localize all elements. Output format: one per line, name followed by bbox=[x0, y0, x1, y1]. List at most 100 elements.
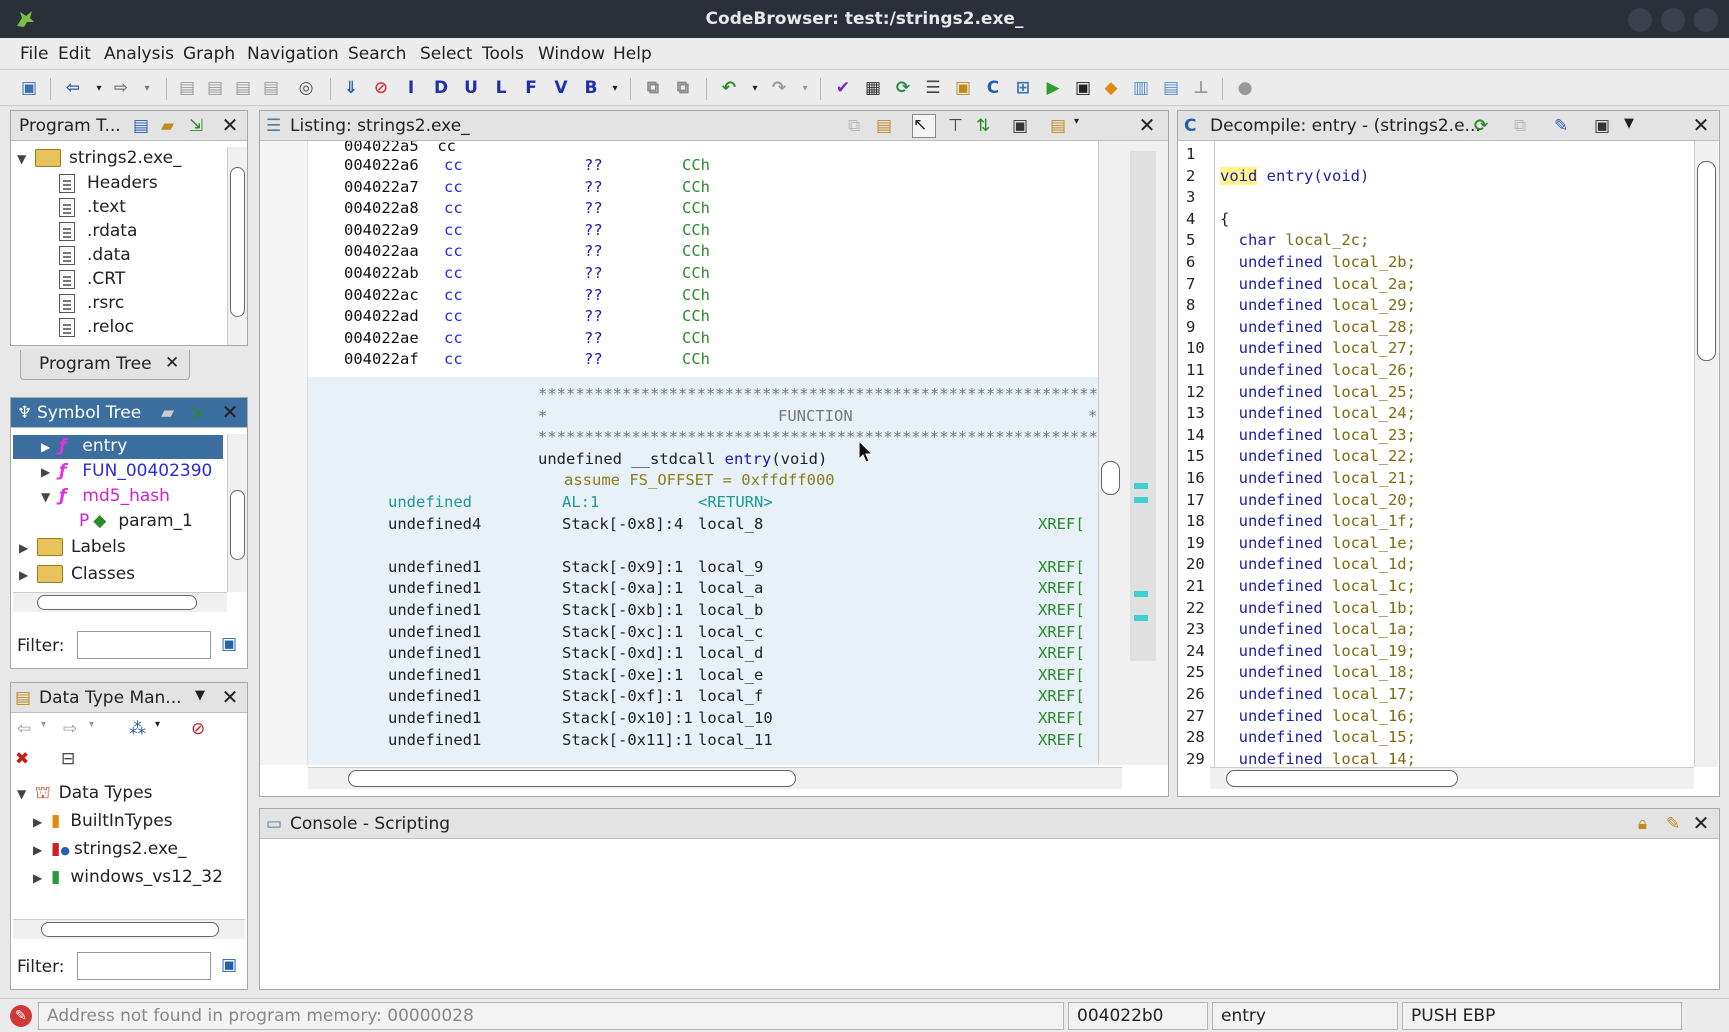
maximize-button[interactable] bbox=[1661, 8, 1685, 32]
decompile-line[interactable]: 16 undefined local_21; bbox=[1178, 469, 1694, 490]
options-icon[interactable]: ▤ bbox=[1050, 116, 1070, 136]
decompile-line[interactable]: 14 undefined local_23; bbox=[1178, 426, 1694, 447]
local-variable-row[interactable]: undefined1 Stack[-0x9]:1 local_9 XREF[ bbox=[308, 558, 1098, 579]
menu-window[interactable]: Window bbox=[538, 44, 605, 64]
bytes-icon[interactable]: ▦ bbox=[862, 77, 884, 99]
data-type-filter-input[interactable] bbox=[77, 952, 211, 980]
decompile-line[interactable]: 3 bbox=[1178, 188, 1694, 209]
checkmark-icon[interactable]: ✔ bbox=[832, 77, 854, 99]
datatype-builtin[interactable]: ▶ ▮ BuiltInTypes bbox=[33, 811, 173, 835]
filter-options-icon[interactable]: ▣ bbox=[221, 955, 241, 975]
local-variable-row[interactable]: undefined1 Stack[-0xf]:1 local_f XREF[ bbox=[308, 687, 1098, 708]
decompile-line[interactable]: 7 undefined local_2a; bbox=[1178, 275, 1694, 296]
back-dropdown-icon[interactable]: ▾ bbox=[41, 719, 61, 739]
expand-arrow-icon[interactable]: ▼ bbox=[41, 490, 59, 504]
decompile-line[interactable]: 29 undefined local_14; bbox=[1178, 750, 1694, 767]
archive-dropdown-icon[interactable]: ▾ bbox=[155, 719, 175, 739]
expand-arrow-icon[interactable]: ▼ bbox=[17, 787, 35, 801]
open-folder-icon[interactable]: ▰ bbox=[161, 116, 181, 136]
decompile-line[interactable]: 27 undefined local_16; bbox=[1178, 707, 1694, 728]
disassociate-icon[interactable]: ✖ bbox=[15, 749, 35, 769]
copy-icon[interactable]: ⧉ bbox=[1514, 116, 1534, 136]
tree-item-reloc[interactable]: .reloc bbox=[59, 317, 134, 341]
local-variable-row[interactable]: undefined1 Stack[-0x11]:1 local_11 XREF[ bbox=[308, 731, 1098, 752]
lock-icon[interactable]: 🔒︎ bbox=[1638, 814, 1658, 834]
folder-icon[interactable]: ▣ bbox=[952, 77, 974, 99]
expand-arrow-icon[interactable]: ▶ bbox=[33, 843, 51, 857]
menu-edit[interactable]: Edit bbox=[58, 44, 91, 64]
tree-item-crt[interactable]: .CRT bbox=[59, 269, 125, 293]
symbol-classes[interactable]: ▶ Classes bbox=[19, 564, 135, 588]
variable-icon[interactable]: V bbox=[550, 77, 572, 99]
new-view-icon[interactable]: ▤ bbox=[133, 116, 153, 136]
label-icon[interactable]: L bbox=[490, 77, 512, 99]
decompile-line[interactable]: 15 undefined local_22; bbox=[1178, 447, 1694, 468]
symbol-param-1[interactable]: P ◆ param_1 bbox=[79, 511, 193, 535]
listing-byte-row[interactable]: 004022af cc?? CCh bbox=[308, 350, 1088, 371]
decompile-line[interactable]: 12 undefined local_25; bbox=[1178, 383, 1694, 404]
options-dropdown-icon[interactable]: ▾ bbox=[1074, 116, 1094, 136]
run-icon[interactable]: ▶ bbox=[1042, 77, 1064, 99]
function-icon[interactable]: F bbox=[520, 77, 542, 99]
down-arrow-icon[interactable]: ⇓ bbox=[340, 77, 362, 99]
forward-dropdown-icon[interactable]: ▾ bbox=[89, 719, 109, 739]
instruction-icon[interactable]: I bbox=[400, 77, 422, 99]
cursor-mode-icon[interactable]: ↖ bbox=[912, 114, 936, 138]
expand-arrow-icon[interactable]: ▶ bbox=[33, 871, 51, 885]
redo-icon[interactable]: ↷ bbox=[768, 77, 790, 99]
table-icon[interactable]: ▥ bbox=[1130, 77, 1152, 99]
paste-icon[interactable]: ⧉ bbox=[672, 77, 694, 99]
listing-overview-bar[interactable] bbox=[1122, 141, 1168, 765]
menu-help[interactable]: Help bbox=[613, 44, 652, 64]
forward-icon[interactable]: ⇨ bbox=[63, 719, 83, 739]
diff-icon[interactable]: ⇅ bbox=[976, 116, 996, 136]
decompiler-icon[interactable]: C bbox=[982, 77, 1004, 99]
nav-data-icon[interactable]: ▤ bbox=[232, 77, 254, 99]
local-variable-row[interactable]: undefined1 Stack[-0xb]:1 local_b XREF[ bbox=[308, 601, 1098, 622]
minimize-button[interactable] bbox=[1628, 8, 1652, 32]
symbol-fun-00402390[interactable]: ▶ ƒ FUN_00402390 bbox=[41, 461, 212, 485]
filter-options-icon[interactable]: ▣ bbox=[221, 634, 241, 654]
back-icon[interactable]: ⇦ bbox=[62, 77, 84, 99]
expand-arrow-icon[interactable]: ▶ bbox=[41, 465, 59, 479]
listing-byte-row[interactable]: 004022ac cc?? CCh bbox=[308, 286, 1088, 307]
tree-item-data[interactable]: .data bbox=[59, 245, 131, 269]
symbol-filter-input[interactable] bbox=[77, 631, 211, 659]
tree-item-rsrc[interactable]: .rsrc bbox=[59, 293, 124, 317]
forward-dropdown-icon[interactable]: ▾ bbox=[136, 77, 158, 99]
decompile-line[interactable]: 10 undefined local_27; bbox=[1178, 339, 1694, 360]
close-symbol-tree-icon[interactable]: ✕ bbox=[219, 401, 241, 423]
local-variable-row[interactable]: undefined1 Stack[-0xc]:1 local_c XREF[ bbox=[308, 623, 1098, 644]
decompile-hscrollbar[interactable] bbox=[1210, 767, 1694, 789]
expand-arrow-icon[interactable]: ▶ bbox=[33, 815, 51, 829]
listing-byte-row[interactable]: 004022ad cc?? CCh bbox=[308, 307, 1088, 328]
data-types-root[interactable]: ▼ ⛫ Data Types bbox=[17, 783, 153, 807]
menu-navigation[interactable]: Navigation bbox=[247, 44, 339, 64]
paste-icon[interactable]: ▤ bbox=[876, 116, 896, 136]
bookmark-icon[interactable]: B bbox=[580, 77, 602, 99]
listing-view[interactable]: 004022a5 cc 004022a6 cc?? CCh 004022a7 cc?? C… bbox=[308, 141, 1098, 765]
decompile-line[interactable]: 2 void entry(void) bbox=[1178, 166, 1694, 188]
close-window-button[interactable] bbox=[1694, 8, 1718, 32]
listing-byte-row[interactable]: 004022a7 cc?? CCh bbox=[308, 178, 1088, 199]
decompile-line[interactable]: 24 undefined local_19; bbox=[1178, 642, 1694, 663]
listing-byte-row[interactable]: 004022aa cc?? CCh bbox=[308, 242, 1088, 263]
datatype-strings2[interactable]: ▶ ▮● strings2.exe_ bbox=[33, 839, 187, 863]
collapse-all-icon[interactable]: ⇲ bbox=[189, 403, 209, 423]
menu-analysis[interactable]: Analysis bbox=[104, 44, 174, 64]
undefined-icon[interactable]: U bbox=[460, 77, 482, 99]
tab-program-tree[interactable]: Program Tree ✕ bbox=[20, 350, 190, 380]
snapshot-icon[interactable]: ▣ bbox=[1594, 116, 1614, 136]
archive-icon[interactable]: ⁂ bbox=[129, 719, 149, 739]
undo-dropdown-icon[interactable]: ▾ bbox=[744, 77, 766, 99]
local-variable-row[interactable]: undefined1 Stack[-0xd]:1 local_d XREF[ bbox=[308, 644, 1098, 665]
menu-file[interactable]: File bbox=[20, 44, 48, 64]
refresh-icon[interactable]: ⟳ bbox=[1474, 116, 1494, 136]
nav-prev-icon[interactable]: ▤ bbox=[176, 77, 198, 99]
diamond-icon[interactable]: ◆ bbox=[1100, 77, 1122, 99]
redo-dropdown-icon[interactable]: ▾ bbox=[794, 77, 816, 99]
bookmark-dropdown-icon[interactable]: ▾ bbox=[604, 77, 626, 99]
local-variable-row[interactable]: undefined1 Stack[-0x10]:1 local_10 XREF[ bbox=[308, 709, 1098, 730]
collapse-all-icon[interactable]: ⊟ bbox=[61, 749, 81, 769]
copy-icon[interactable]: ⧉ bbox=[848, 116, 868, 136]
